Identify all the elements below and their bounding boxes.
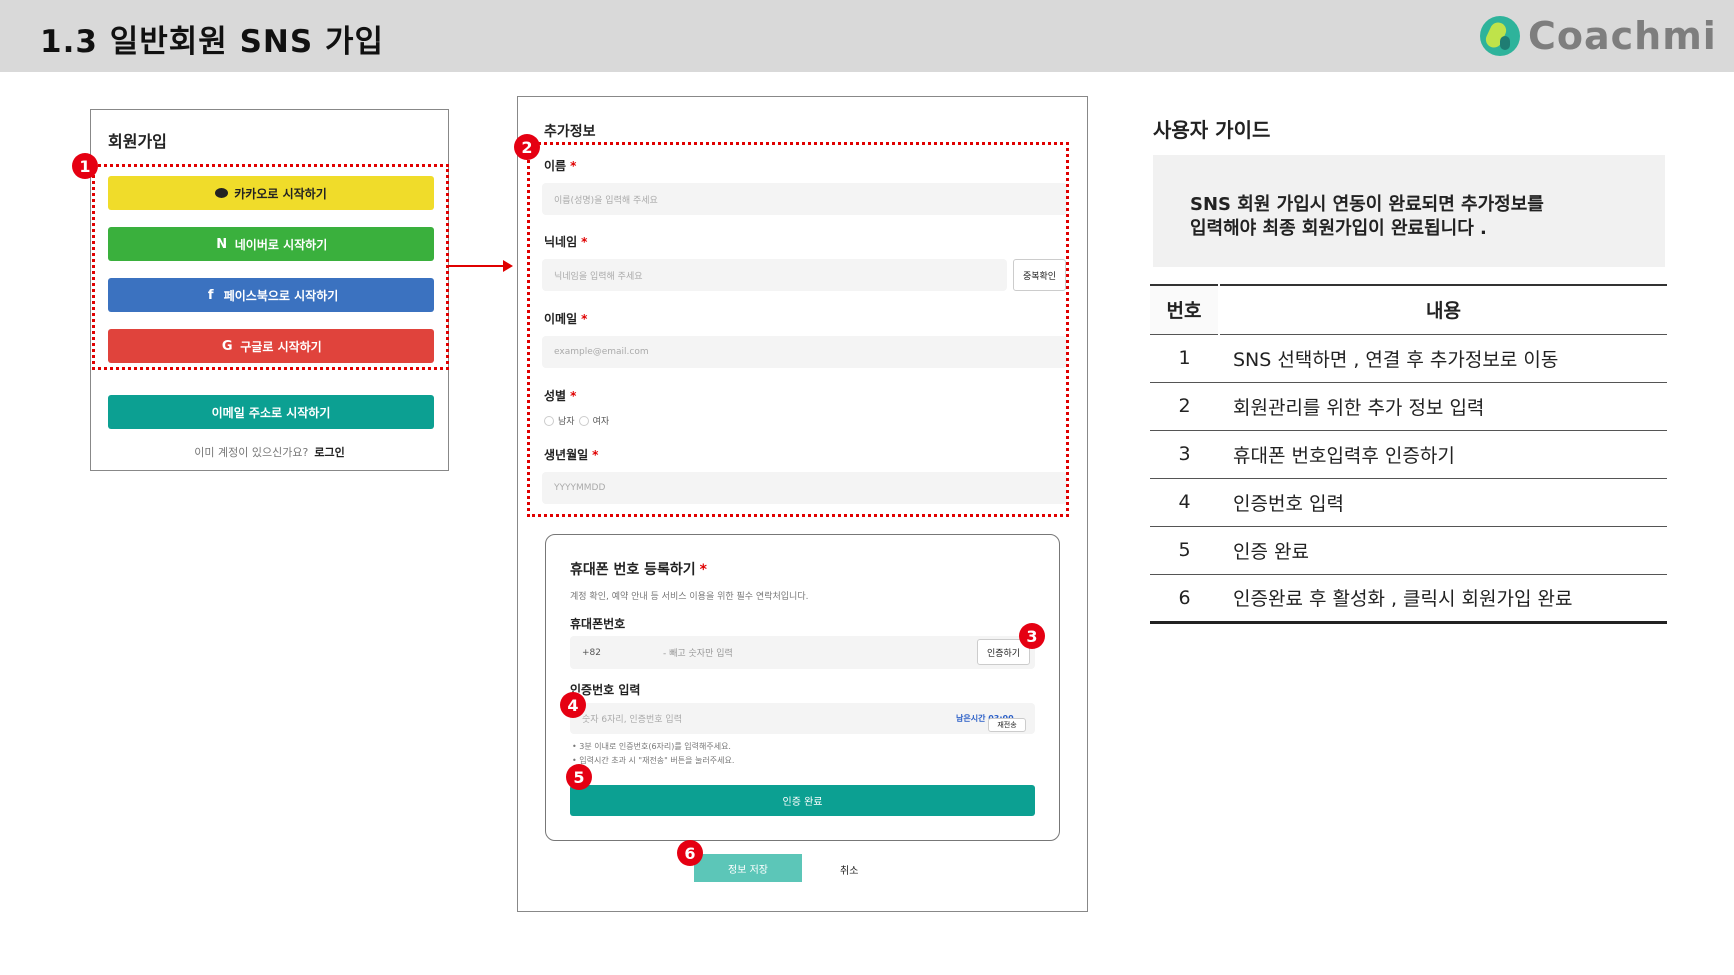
- guide-table: 번호 내용 1 SNS 선택하면 , 연결 후 추가정보로 이동 2 회원관리를 위…: [1150, 284, 1667, 624]
- header-bar: 1.3 일반회원 SNS 가입 Coachmi: [0, 0, 1734, 72]
- marker-3: 3: [1019, 623, 1045, 649]
- table-row: 1 SNS 선택하면 , 연결 후 추가정보로 이동: [1150, 334, 1667, 383]
- signup-title: 회원가입: [108, 132, 167, 151]
- guide-summary-line-1: SNS 회원 가입시 연동이 완료되면 추가정보를: [1190, 194, 1544, 215]
- email-label: 이메일 주소로 시작하기: [211, 405, 331, 420]
- cancel-button[interactable]: 취소: [840, 862, 858, 877]
- marker-5: 5: [566, 764, 592, 790]
- guide-title: 사용자 가이드: [1153, 118, 1271, 142]
- phone-title: 휴대폰 번호 등록하기 *: [570, 562, 707, 578]
- row-text: 인증번호 입력: [1219, 478, 1667, 527]
- row-num: 1: [1150, 334, 1219, 383]
- row-text: 인증완료 후 활성화 , 클릭시 회원가입 완료: [1219, 574, 1667, 624]
- highlight-additional-info: [527, 142, 1069, 517]
- phone-input[interactable]: +82 - 빼고 숫자만 입력: [570, 636, 1035, 669]
- country-code: +82: [582, 647, 601, 658]
- row-num: 4: [1150, 478, 1219, 527]
- row-num: 3: [1150, 430, 1219, 479]
- row-text: 인증 완료: [1219, 526, 1667, 575]
- page-title: 1.3 일반회원 SNS 가입: [40, 24, 385, 60]
- table-row: 3 휴대폰 번호입력후 인증하기: [1150, 430, 1667, 479]
- brand-logo: Coachmi: [1480, 12, 1717, 60]
- logo-text: Coachmi: [1528, 14, 1717, 58]
- col-num-header: 번호: [1150, 284, 1220, 335]
- phone-registration-panel: 휴대폰 번호 등록하기 * 계정 확인, 예약 안내 등 서비스 이용을 위한 필…: [545, 534, 1060, 841]
- table-row: 5 인증 완료: [1150, 526, 1667, 575]
- arrow-right-icon: [503, 260, 513, 272]
- marker-4: 4: [560, 692, 586, 718]
- row-num: 2: [1150, 382, 1219, 431]
- row-num: 6: [1150, 574, 1219, 624]
- verify-complete-button[interactable]: 인증 완료: [570, 785, 1035, 816]
- email-signup-button[interactable]: 이메일 주소로 시작하기: [108, 395, 434, 429]
- flow-arrow-line: [449, 265, 505, 267]
- login-row: 이미 계정이 있으신가요? 로그인: [91, 444, 448, 460]
- marker-6: 6: [677, 840, 703, 866]
- table-row: 4 인증번호 입력: [1150, 478, 1667, 527]
- phone-label: 휴대폰번호: [570, 617, 626, 631]
- code-note-1: • 3분 이내로 인증번호(6자리)를 입력해주세요.: [572, 742, 731, 751]
- guide-summary-line-2: 입력해야 최종 회원가입이 완료됩니다 .: [1190, 218, 1487, 239]
- resend-button[interactable]: 재전송: [988, 718, 1026, 732]
- login-link[interactable]: 로그인: [314, 446, 344, 459]
- row-text: 휴대폰 번호입력후 인증하기: [1219, 430, 1667, 479]
- guide-summary-box: SNS 회원 가입시 연동이 완료되면 추가정보를 입력해야 최종 회원가입이 …: [1153, 155, 1665, 267]
- section-title: 추가정보: [544, 124, 596, 140]
- account-prompt: 이미 계정이 있으신가요?: [194, 446, 309, 459]
- phone-description: 계정 확인, 예약 안내 등 서비스 이용을 위한 필수 연락처입니다.: [570, 592, 809, 602]
- highlight-sns-buttons: [92, 164, 449, 370]
- table-row: 2 회원관리를 위한 추가 정보 입력: [1150, 382, 1667, 431]
- logo-icon: [1480, 16, 1520, 56]
- marker-1: 1: [72, 153, 98, 179]
- code-note-2: • 입력시간 초과 시 "재전송" 버튼을 눌러주세요.: [572, 756, 735, 765]
- save-info-button[interactable]: 정보 저장: [694, 854, 802, 882]
- marker-2: 2: [514, 134, 540, 160]
- col-content-header: 내용: [1219, 284, 1667, 335]
- row-text: SNS 선택하면 , 연결 후 추가정보로 이동: [1219, 334, 1667, 383]
- phone-placeholder: - 빼고 숫자만 입력: [663, 649, 733, 659]
- row-text: 회원관리를 위한 추가 정보 입력: [1219, 382, 1667, 431]
- row-num: 5: [1150, 526, 1219, 575]
- table-row: 6 인증완료 후 활성화 , 클릭시 회원가입 완료: [1150, 574, 1667, 624]
